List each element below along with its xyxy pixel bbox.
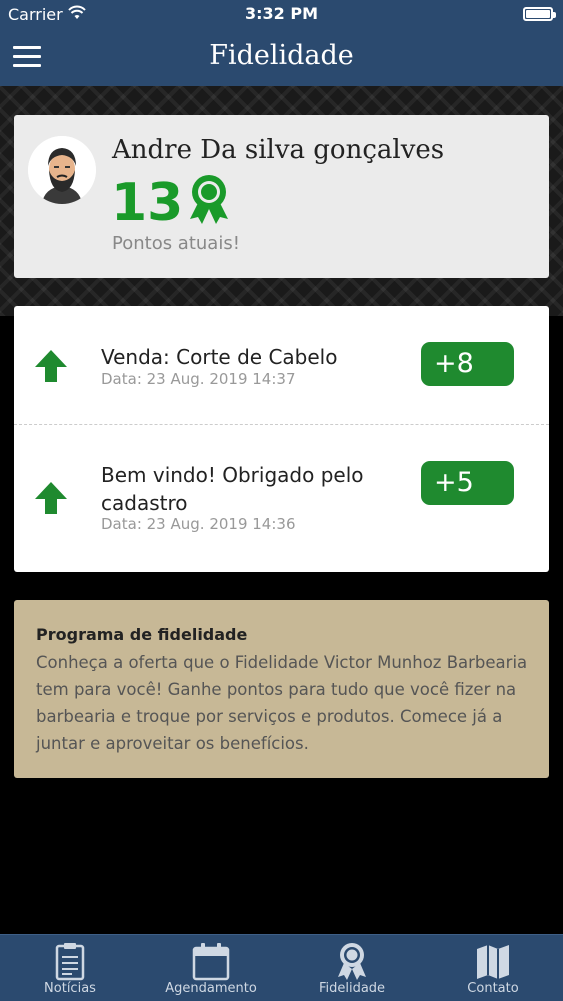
tab-contato[interactable]: Contato	[423, 935, 563, 1001]
tab-bar: Notícias Agendamento Fidelidade Contato	[0, 934, 563, 1001]
clipboard-icon	[55, 943, 85, 981]
ribbon-icon	[338, 943, 366, 980]
tab-agendamento[interactable]: Agendamento	[141, 935, 281, 1001]
history-title: Venda: Corte de Cabelo	[101, 345, 338, 369]
profile-card: Andre Da silva gonçalves 13 Pontos atuai…	[14, 115, 549, 278]
tab-label: Notícias	[44, 981, 96, 996]
calendar-icon	[192, 943, 230, 981]
tab-label: Fidelidade	[318, 981, 386, 996]
points-badge: +8	[421, 342, 514, 386]
avatar-image	[28, 136, 96, 204]
arrow-up-icon	[35, 482, 67, 514]
nav-bar: Fidelidade	[0, 30, 563, 86]
points-value: 13	[111, 173, 184, 233]
history-date: Data: 23 Aug. 2019 14:36	[101, 515, 296, 533]
map-icon	[477, 945, 509, 979]
points-badge: +5	[421, 461, 514, 505]
history-title: Bem vindo! Obrigado pelo cadastro	[101, 463, 364, 515]
list-item[interactable]: Bem vindo! Obrigado pelo cadastro Data: …	[14, 425, 549, 572]
promo-text: Conheça a oferta que o Fidelidade Victor…	[36, 653, 528, 753]
award-ribbon-icon	[190, 175, 228, 224]
tab-label: Contato	[467, 981, 519, 996]
status-time: 3:32 PM	[244, 4, 318, 23]
avatar	[28, 136, 96, 204]
tab-fidelidade[interactable]: Fidelidade	[282, 935, 422, 1001]
arrow-up-icon	[35, 350, 67, 382]
status-bar: Carrier 3:32 PM	[0, 0, 563, 30]
history-date: Data: 23 Aug. 2019 14:37	[101, 370, 296, 388]
promo-title: Programa de fidelidade	[36, 625, 248, 644]
points-label: Pontos atuais!	[112, 233, 240, 254]
battery-icon	[523, 7, 556, 21]
tab-noticias[interactable]: Notícias	[0, 935, 140, 1001]
points-history-list: Venda: Corte de Cabelo Data: 23 Aug. 201…	[14, 306, 549, 572]
loyalty-program-info: Programa de fidelidade Conheça a oferta …	[14, 600, 549, 778]
page-title: Fidelidade	[209, 40, 354, 71]
user-name: Andre Da silva gonçalves	[112, 135, 445, 165]
tab-label: Agendamento	[165, 981, 257, 996]
list-item[interactable]: Venda: Corte de Cabelo Data: 23 Aug. 201…	[14, 306, 549, 424]
